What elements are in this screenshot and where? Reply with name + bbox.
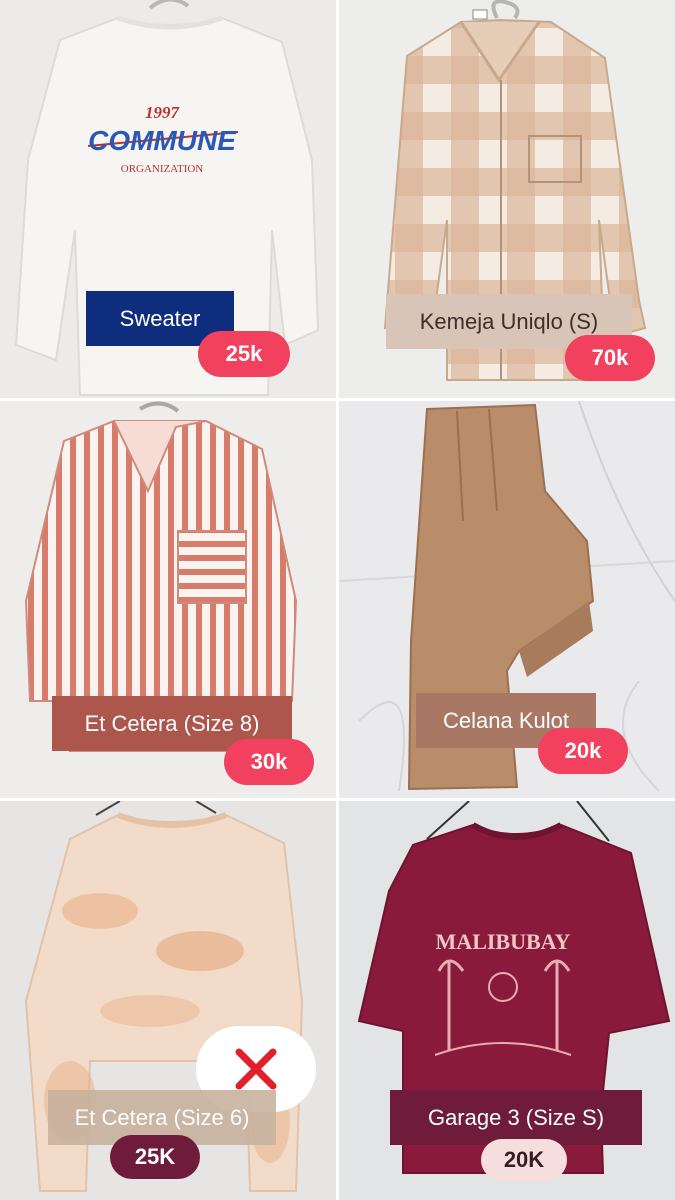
product-card-celana-kulot[interactable]: Celana Kulot 20k xyxy=(339,401,675,798)
product-grid: 1997 COMMUNE ORGANIZATION Sweater 25k Ke… xyxy=(0,0,675,1200)
product-name-label: Garage 3 (Size S) xyxy=(390,1090,642,1145)
price-tag: 25k xyxy=(198,331,290,377)
product-card-et-cetera-size-6[interactable]: Et Cetera (Size 6) 25K xyxy=(0,801,336,1200)
product-card-kemeja-uniqlo[interactable]: Kemeja Uniqlo (S) 70k xyxy=(339,0,675,398)
svg-text:ORGANIZATION: ORGANIZATION xyxy=(121,163,204,175)
product-card-sweater[interactable]: 1997 COMMUNE ORGANIZATION Sweater 25k xyxy=(0,0,336,398)
price-tag: 25K xyxy=(110,1135,200,1179)
svg-text:1997: 1997 xyxy=(145,103,181,122)
svg-text:MALIBUBAY: MALIBUBAY xyxy=(436,929,571,954)
price-tag: 70k xyxy=(565,335,655,381)
price-tag: 30k xyxy=(224,739,314,785)
product-card-garage-3[interactable]: MALIBUBAY Garage 3 (Size S) 20K xyxy=(339,801,675,1200)
cross-mark-icon xyxy=(235,1048,277,1090)
price-tag: 20k xyxy=(538,728,628,774)
svg-text:COMMUNE: COMMUNE xyxy=(88,125,237,156)
price-tag: 20K xyxy=(481,1139,567,1181)
product-card-et-cetera-size-8[interactable]: Et Cetera (Size 8) 30k xyxy=(0,401,336,798)
